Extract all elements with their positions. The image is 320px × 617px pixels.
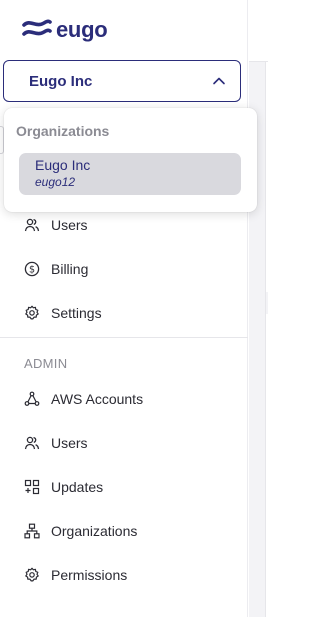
- nav-item-label: AWS Accounts: [51, 391, 144, 407]
- svg-text:$: $: [29, 264, 35, 275]
- dollar-circle-icon: $: [24, 261, 40, 277]
- gear-icon: [24, 305, 40, 321]
- organization-option-name: Eugo Inc: [35, 157, 91, 173]
- updates-grid-icon: [24, 479, 40, 495]
- users-icon: [24, 435, 40, 451]
- dropdown-heading: Organizations: [16, 123, 110, 139]
- org-chart-icon: [24, 523, 40, 539]
- organization-option-slug: eugo12: [35, 175, 76, 189]
- main-content-edge: [249, 0, 268, 617]
- admin-item-users[interactable]: Users: [24, 432, 88, 454]
- admin-section-title: ADMIN: [24, 356, 68, 371]
- nav-item-settings[interactable]: Settings: [24, 302, 102, 324]
- chevron-up-icon: [213, 77, 225, 85]
- admin-item-organizations[interactable]: Organizations: [24, 520, 137, 542]
- card-gap: [266, 292, 268, 314]
- users-icon: [24, 217, 40, 233]
- sidebar: eugo Eugo Inc Users $ Billing Settings A…: [0, 0, 248, 617]
- nav-item-label: Users: [51, 217, 88, 233]
- nav-item-label: Users: [51, 435, 88, 451]
- nav-item-label: Settings: [51, 305, 102, 321]
- nav-item-users[interactable]: Users: [24, 214, 88, 236]
- admin-item-aws-accounts[interactable]: AWS Accounts: [24, 388, 143, 410]
- organization-option[interactable]: Eugo Inc eugo12: [19, 153, 241, 195]
- organization-dropdown: Organizations Eugo Inc eugo12: [4, 108, 257, 212]
- nav-item-label: Organizations: [51, 523, 138, 539]
- nav-item-label: Permissions: [51, 567, 128, 583]
- nav-item-billing[interactable]: $ Billing: [24, 258, 88, 280]
- admin-item-updates[interactable]: Updates: [24, 476, 103, 498]
- brand-name: eugo: [56, 17, 108, 42]
- brand-logo[interactable]: eugo: [22, 16, 108, 44]
- admin-item-permissions[interactable]: Permissions: [24, 564, 127, 586]
- gear-icon: [24, 567, 40, 583]
- nav-item-label: Updates: [51, 479, 104, 495]
- organization-selector[interactable]: Eugo Inc: [3, 60, 241, 102]
- eugo-logo-icon: [22, 19, 52, 36]
- nav-item-label: Billing: [51, 261, 89, 277]
- section-divider: [0, 337, 248, 338]
- current-organization-label: Eugo Inc: [29, 72, 93, 90]
- top-header-edge: [249, 0, 268, 62]
- content-panel-edge: [265, 62, 268, 617]
- network-icon: [24, 391, 40, 407]
